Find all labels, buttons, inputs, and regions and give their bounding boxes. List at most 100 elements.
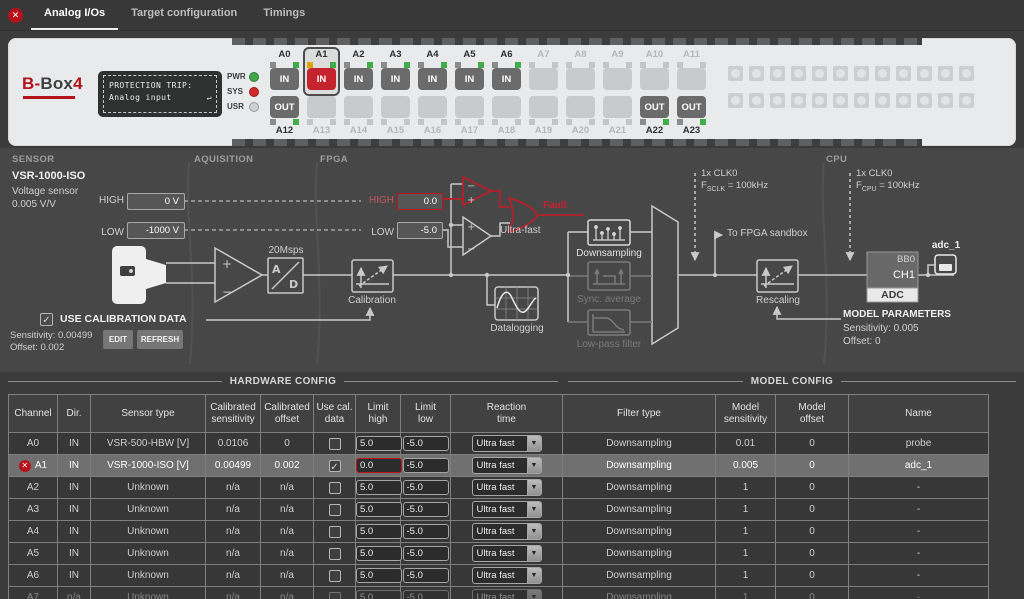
table-row[interactable]: A0 IN VSR-500-HBW [V] 0.0106 0 Ultra fas… <box>9 433 989 455</box>
indicator-right-icon <box>663 62 669 68</box>
sensor-high-value-input[interactable]: 0 V <box>127 193 185 210</box>
chevron-down-icon[interactable]: ▼ <box>527 480 541 495</box>
channel-cell: A2 IN <box>340 47 377 96</box>
return-icon: ↵ <box>207 92 212 104</box>
channel-direction-button[interactable] <box>418 96 447 118</box>
cell-filter-type: Downsampling <box>563 565 716 587</box>
use-cal-checkbox[interactable] <box>329 526 341 538</box>
channel-direction-button[interactable]: IN <box>344 68 373 90</box>
downsampling-label[interactable]: Downsampling <box>570 248 648 259</box>
chevron-down-icon[interactable]: ▼ <box>527 546 541 561</box>
limit-low-input[interactable] <box>403 590 449 599</box>
indicator-right-icon <box>700 62 706 68</box>
table-row[interactable]: A4 IN Unknown n/a n/a Ultra fast▼ Downsa… <box>9 521 989 543</box>
use-cal-checkbox[interactable] <box>329 482 341 494</box>
limit-high-input[interactable] <box>356 480 402 495</box>
table-row[interactable]: A5 IN Unknown n/a n/a Ultra fast▼ Downsa… <box>9 543 989 565</box>
chevron-down-icon[interactable]: ▼ <box>527 590 541 599</box>
use-cal-checkbox[interactable] <box>329 460 341 472</box>
channel-cell: A4 IN <box>414 47 451 96</box>
table-row[interactable]: A2 IN Unknown n/a n/a Ultra fast▼ Downsa… <box>9 477 989 499</box>
col-name: Name <box>849 395 989 433</box>
channel-direction-button[interactable]: OUT <box>640 96 669 118</box>
reaction-time-select[interactable]: Ultra fast▼ <box>472 501 542 518</box>
reaction-time-select[interactable]: Ultra fast▼ <box>472 523 542 540</box>
reaction-time-select[interactable]: Ultra fast▼ <box>472 589 542 599</box>
limit-low-input[interactable] <box>403 458 449 473</box>
use-cal-checkbox[interactable] <box>329 592 341 599</box>
use-cal-checkbox[interactable] <box>329 504 341 516</box>
limit-low-input[interactable] <box>403 436 449 451</box>
limit-low-input[interactable] <box>403 568 449 583</box>
channel-direction-button[interactable] <box>566 68 595 90</box>
tab-target-configuration[interactable]: Target configuration <box>118 0 250 30</box>
channel-direction-button[interactable]: IN <box>270 68 299 90</box>
channel-direction-button[interactable] <box>640 68 669 90</box>
channel-direction-button[interactable] <box>381 96 410 118</box>
fpga-low-limit-input[interactable]: -5.0 <box>397 222 443 239</box>
limit-low-input[interactable] <box>403 524 449 539</box>
table-row[interactable]: A6 IN Unknown n/a n/a Ultra fast▼ Downsa… <box>9 565 989 587</box>
indicator-right-icon <box>330 62 336 68</box>
cell-model-sensitivity: 1 <box>716 543 776 565</box>
reaction-time-select[interactable]: Ultra fast▼ <box>472 457 542 474</box>
channel-direction-button[interactable]: IN <box>492 68 521 90</box>
lowpass-filter-label[interactable]: Low-pass filter <box>564 339 654 350</box>
chevron-down-icon[interactable]: ▼ <box>527 436 541 451</box>
channel-direction-button[interactable] <box>492 96 521 118</box>
tab-timings[interactable]: Timings <box>250 0 318 30</box>
chevron-down-icon[interactable]: ▼ <box>527 502 541 517</box>
limit-low-input[interactable] <box>403 502 449 517</box>
limit-high-input[interactable] <box>356 524 402 539</box>
channel-direction-button[interactable]: OUT <box>677 96 706 118</box>
refresh-button[interactable]: REFRESH <box>137 330 183 349</box>
channel-direction-button[interactable] <box>344 96 373 118</box>
channel-direction-button[interactable] <box>603 96 632 118</box>
use-calibration-checkbox[interactable] <box>40 313 53 326</box>
sync-average-label[interactable]: Sync. average <box>568 294 650 305</box>
channel-direction-button[interactable] <box>529 96 558 118</box>
spare-port <box>770 93 785 108</box>
table-row[interactable]: A1 IN VSR-1000-ISO [V] 0.00499 0.002 Ult… <box>9 455 989 477</box>
chevron-down-icon[interactable]: ▼ <box>527 458 541 473</box>
reaction-time-select[interactable]: Ultra fast▼ <box>472 435 542 452</box>
limit-high-input[interactable] <box>356 458 402 473</box>
channel-direction-button[interactable] <box>603 68 632 90</box>
limit-low-input[interactable] <box>403 546 449 561</box>
limit-low-input[interactable] <box>403 480 449 495</box>
channel-direction-button[interactable]: IN <box>307 68 336 90</box>
limit-high-input[interactable] <box>356 502 402 517</box>
channel-config-table: Channel Dir. Sensor type Calibrated sens… <box>8 394 989 599</box>
fpga-low-label: LOW <box>350 227 394 238</box>
sensor-low-value-input[interactable]: -1000 V <box>127 222 185 239</box>
reaction-time-select[interactable]: Ultra fast▼ <box>472 567 542 584</box>
channel-direction-button[interactable] <box>677 68 706 90</box>
channel-direction-button[interactable]: IN <box>381 68 410 90</box>
table-row[interactable]: A3 IN Unknown n/a n/a Ultra fast▼ Downsa… <box>9 499 989 521</box>
col-limit-low: Limit low <box>401 395 451 433</box>
datalogging-label[interactable]: Datalogging <box>481 323 553 334</box>
chevron-down-icon[interactable]: ▼ <box>527 524 541 539</box>
use-cal-checkbox[interactable] <box>329 570 341 582</box>
channel-direction-button[interactable] <box>529 68 558 90</box>
fpga-high-limit-input[interactable]: 0.0 <box>397 193 443 210</box>
close-icon[interactable]: ✕ <box>8 8 23 23</box>
reaction-time-select[interactable]: Ultra fast▼ <box>472 479 542 496</box>
table-row[interactable]: A7 n/a Unknown n/a n/a Ultra fast▼ Downs… <box>9 587 989 599</box>
channel-direction-button[interactable]: IN <box>455 68 484 90</box>
channel-direction-button[interactable]: IN <box>418 68 447 90</box>
chevron-down-icon[interactable]: ▼ <box>527 568 541 583</box>
use-cal-checkbox[interactable] <box>329 548 341 560</box>
limit-high-input[interactable] <box>356 546 402 561</box>
channel-direction-button[interactable] <box>566 96 595 118</box>
channel-direction-button[interactable] <box>307 96 336 118</box>
limit-high-input[interactable] <box>356 436 402 451</box>
limit-high-input[interactable] <box>356 568 402 583</box>
reaction-time-select[interactable]: Ultra fast▼ <box>472 545 542 562</box>
channel-direction-button[interactable] <box>455 96 484 118</box>
limit-high-input[interactable] <box>356 590 402 599</box>
use-cal-checkbox[interactable] <box>329 438 341 450</box>
tab-analog-ios[interactable]: Analog I/Os <box>31 0 118 30</box>
channel-direction-button[interactable]: OUT <box>270 96 299 118</box>
edit-button[interactable]: EDIT <box>103 330 133 349</box>
